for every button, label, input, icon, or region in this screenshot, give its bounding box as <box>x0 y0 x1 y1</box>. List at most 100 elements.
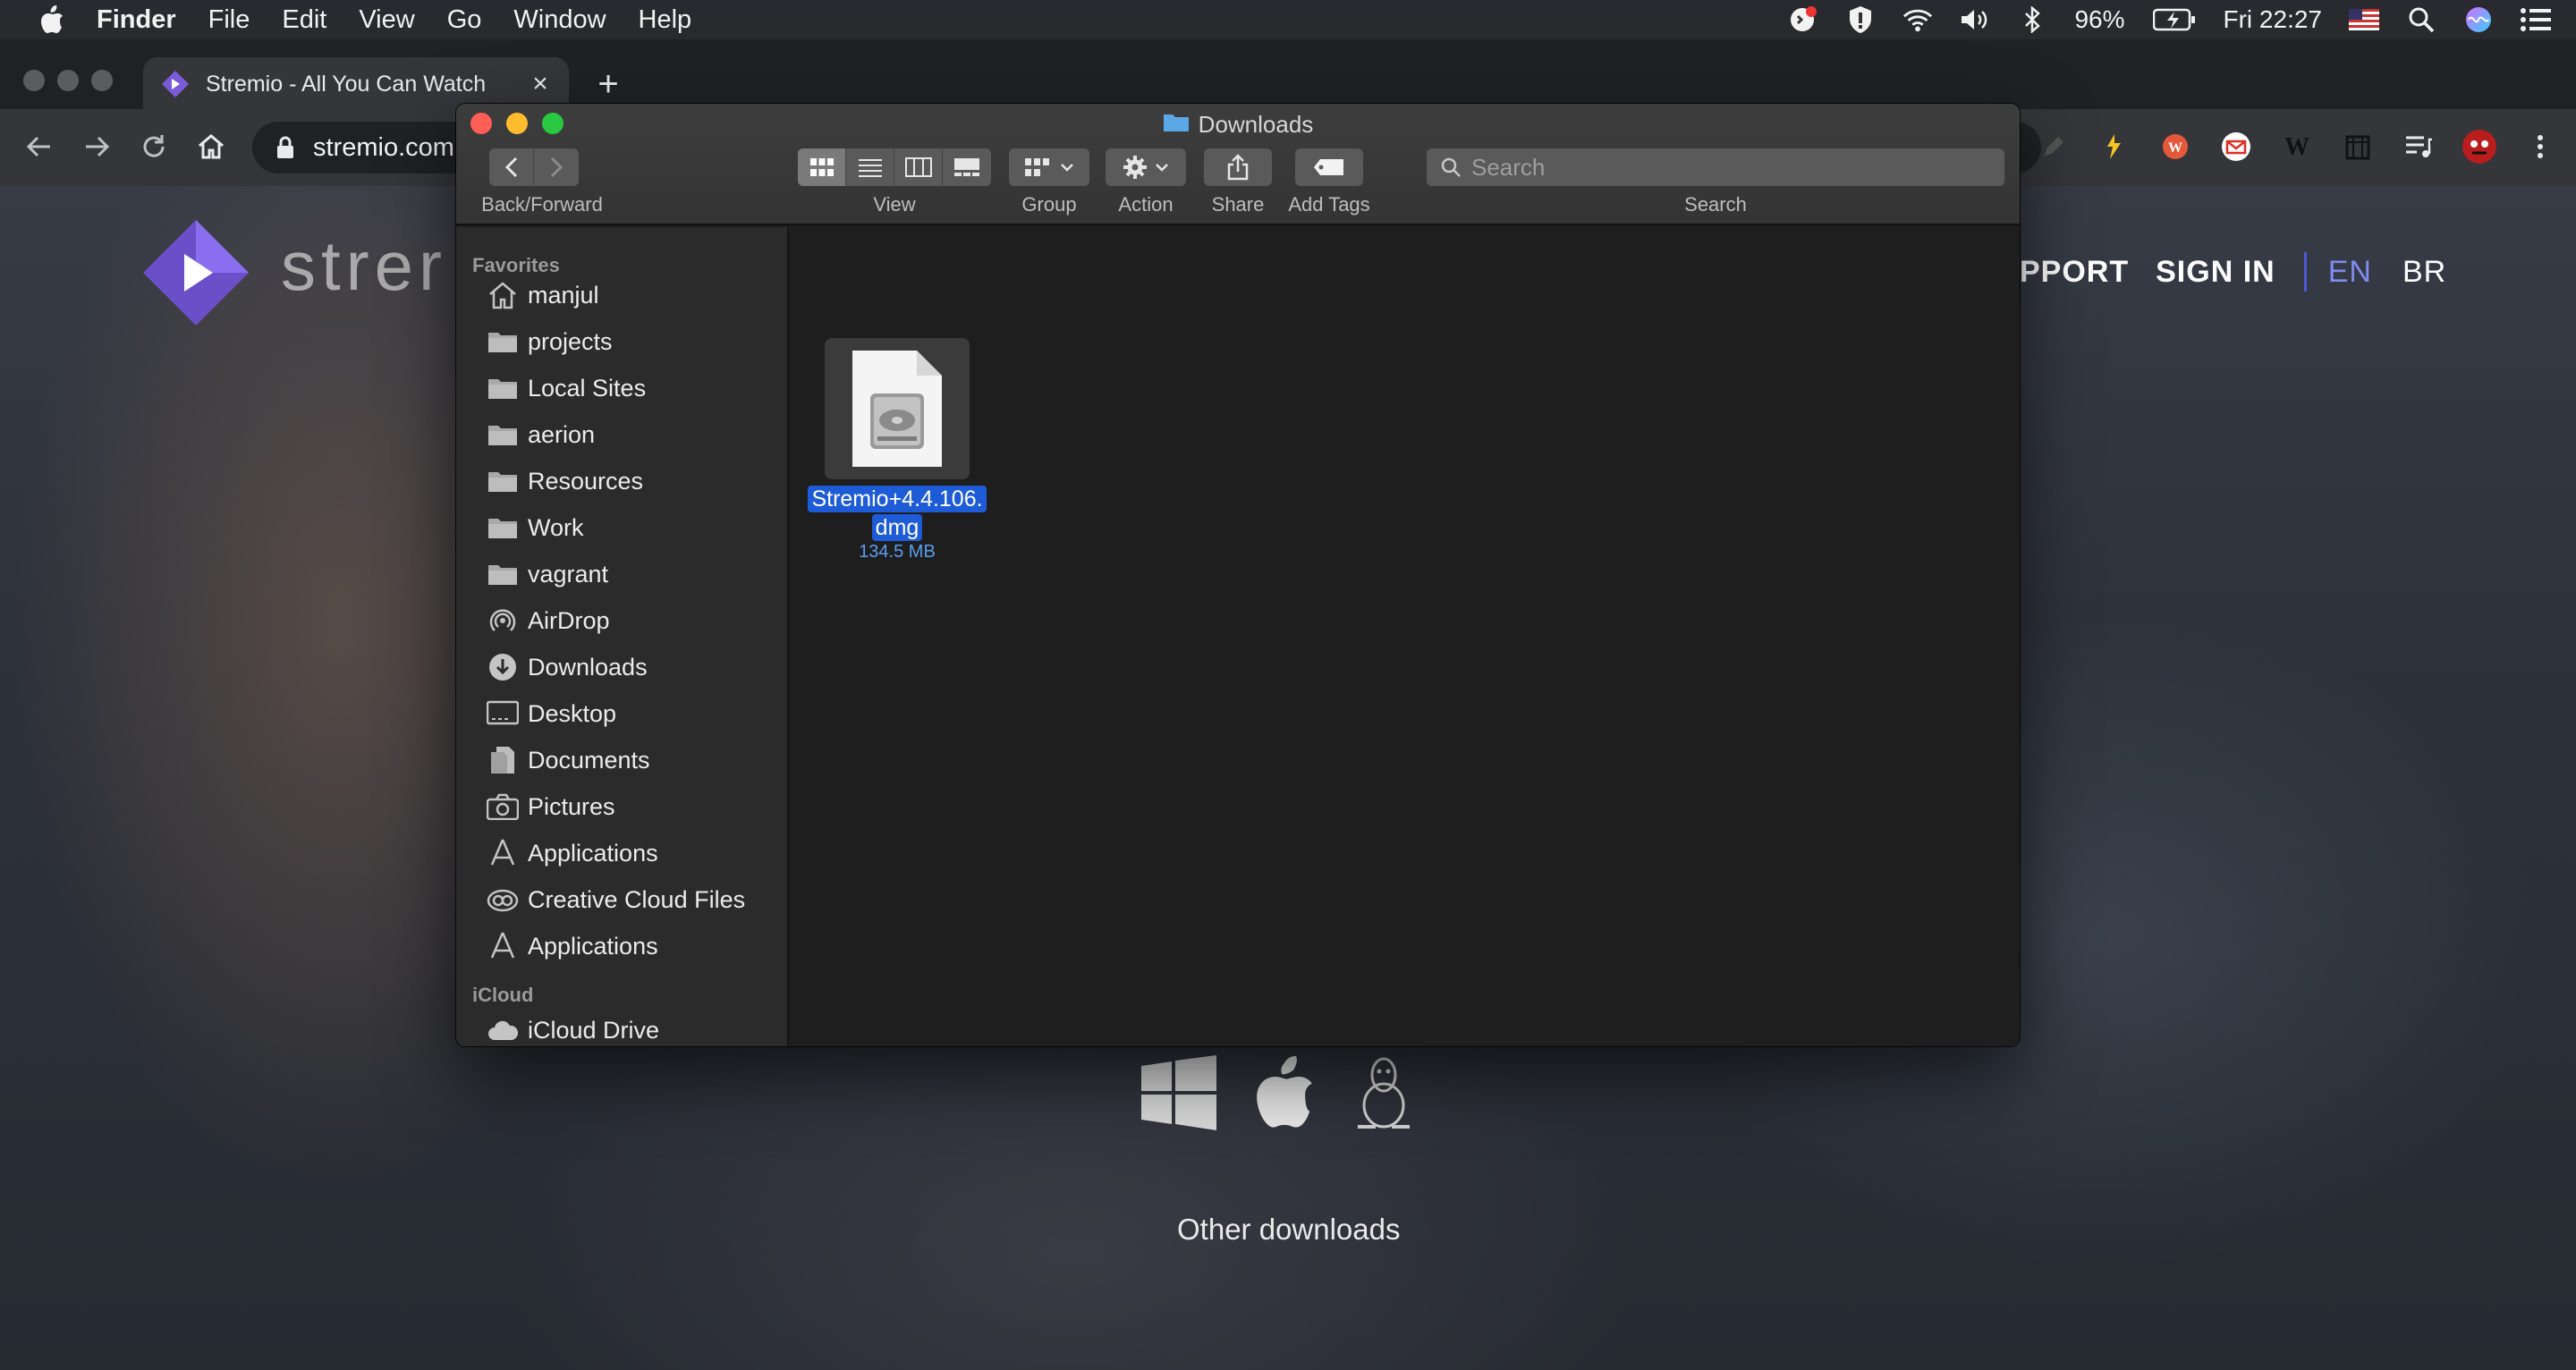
back-button[interactable] <box>489 148 534 186</box>
sidebar-item-creative-cloud-files[interactable]: Creative Cloud Files <box>456 876 787 923</box>
sidebar-item-documents[interactable]: Documents <box>456 737 787 783</box>
sidebar-item-projects[interactable]: projects <box>456 318 787 365</box>
browser-reload-icon[interactable] <box>134 127 174 166</box>
wordpress-extension-icon[interactable]: W <box>2157 129 2193 165</box>
us-flag-icon[interactable] <box>2349 4 2379 35</box>
chat-status-icon[interactable] <box>1788 4 1818 35</box>
creative-cloud-icon <box>487 884 519 916</box>
wifi-icon[interactable] <box>1902 4 1933 35</box>
sidebar-item-local-sites[interactable]: Local Sites <box>456 365 787 411</box>
menu-file[interactable]: File <box>208 5 250 35</box>
sidebar-item-downloads[interactable]: Downloads <box>456 644 787 690</box>
gmail-extension-icon[interactable] <box>2218 129 2254 165</box>
menu-window[interactable]: Window <box>513 5 606 35</box>
lang-en-link[interactable]: EN <box>2328 255 2372 290</box>
stremio-logo-icon[interactable] <box>141 218 250 327</box>
playlist-extension-icon[interactable] <box>2401 129 2436 165</box>
menu-app-name[interactable]: Finder <box>97 5 176 35</box>
wikipedia-extension-icon[interactable]: W <box>2279 129 2315 165</box>
volume-icon[interactable] <box>1960 4 1990 35</box>
stremio-favicon-icon <box>161 70 190 98</box>
chrome-menu-icon[interactable] <box>2522 129 2558 165</box>
menu-go[interactable]: Go <box>447 5 482 35</box>
action-button[interactable] <box>1106 148 1186 186</box>
menu-help[interactable]: Help <box>639 5 692 35</box>
sidebar-item-work[interactable]: Work <box>456 504 787 551</box>
browser-back-icon[interactable] <box>20 127 59 166</box>
sidebar-item-icloud-drive[interactable]: iCloud Drive <box>456 1007 787 1046</box>
browser-minimize-button[interactable] <box>57 70 79 91</box>
lang-br-link[interactable]: BR <box>2402 255 2446 290</box>
desktop-icon <box>487 698 519 730</box>
file-item-stremio-dmg[interactable] <box>825 338 970 479</box>
folder-icon <box>487 419 519 451</box>
column-view-button[interactable] <box>894 148 943 186</box>
window-title-text: Downloads <box>1198 111 1314 138</box>
profile-avatar-icon[interactable] <box>2462 129 2497 165</box>
sidebar-item-desktop[interactable]: Desktop <box>456 690 787 737</box>
applications-icon <box>487 837 519 869</box>
share-button[interactable] <box>1204 148 1272 186</box>
battery-icon[interactable] <box>2152 4 2197 35</box>
airdrop-icon <box>487 605 519 637</box>
group-by-button[interactable] <box>1009 148 1089 186</box>
search-icon <box>1437 156 1464 178</box>
site-nav: PPORT SIGN IN EN BR <box>2020 252 2477 292</box>
view-group <box>798 148 991 186</box>
browser-forward-icon[interactable] <box>77 127 116 166</box>
folder-icon <box>487 326 519 358</box>
browser-zoom-button[interactable] <box>91 70 113 91</box>
apple-menu-icon[interactable] <box>34 4 70 35</box>
back-forward-label: Back/Forward <box>481 193 603 216</box>
menu-clock[interactable]: Fri 22:27 <box>2224 5 2323 34</box>
home-icon <box>487 279 519 311</box>
search-label: Search <box>1684 193 1747 216</box>
downloads-icon <box>487 651 519 683</box>
icloud-icon <box>487 1014 519 1046</box>
sidebar-item-resources[interactable]: Resources <box>456 458 787 504</box>
pencil-extension-icon[interactable] <box>2036 129 2072 165</box>
sidebar-item-airdrop[interactable]: AirDrop <box>456 597 787 644</box>
file-size: 134.5 MB <box>859 542 936 562</box>
other-downloads-link[interactable]: Other downloads <box>1177 1213 1400 1247</box>
bluetooth-icon[interactable] <box>2017 4 2047 35</box>
shield-icon[interactable] <box>1845 4 1876 35</box>
search-input[interactable] <box>1471 153 1972 182</box>
notification-center-icon[interactable] <box>2521 4 2551 35</box>
address-url: stremio.com <box>313 132 454 162</box>
menu-view[interactable]: View <box>359 5 414 35</box>
file-name[interactable]: Stremio+4.4.106. dmg <box>803 485 991 542</box>
calendar-extension-icon[interactable] <box>2340 129 2376 165</box>
sidebar-item-manjul[interactable]: manjul <box>456 272 787 318</box>
new-tab-plus-icon[interactable]: + <box>589 64 628 104</box>
nav-support-link[interactable]: PPORT <box>2020 255 2129 290</box>
folder-icon <box>487 372 519 404</box>
browser-tab[interactable]: Stremio - All You Can Watch × <box>143 57 569 111</box>
linux-icon[interactable] <box>1352 1055 1415 1135</box>
sidebar-item-applications[interactable]: Applications <box>456 830 787 876</box>
sidebar-item-applications-2[interactable]: Applications <box>456 923 787 969</box>
sidebar-item-pictures[interactable]: Pictures <box>456 783 787 830</box>
finder-search-field[interactable] <box>1427 148 2004 186</box>
sidebar-item-vagrant[interactable]: vagrant <box>456 551 787 597</box>
siri-icon[interactable] <box>2463 4 2494 35</box>
browser-home-icon[interactable] <box>191 127 231 166</box>
list-view-button[interactable] <box>846 148 894 186</box>
gallery-view-button[interactable] <box>943 148 991 186</box>
tab-close-icon[interactable]: × <box>524 68 556 100</box>
add-tags-button[interactable] <box>1295 148 1363 186</box>
lightbulb-extension-icon[interactable] <box>2097 129 2132 165</box>
icon-view-button[interactable] <box>798 148 846 186</box>
browser-close-button[interactable] <box>23 70 45 91</box>
action-label: Action <box>1118 193 1174 216</box>
nav-separator <box>2303 252 2307 292</box>
nav-sign-in-link[interactable]: SIGN IN <box>2156 255 2275 290</box>
apple-download-icon[interactable] <box>1252 1055 1317 1135</box>
finder-sidebar: Favorites manjul projects Local Sites ae… <box>456 227 789 1046</box>
folder-icon <box>487 465 519 497</box>
menu-edit[interactable]: Edit <box>282 5 326 35</box>
windows-icon[interactable] <box>1141 1055 1216 1135</box>
forward-button[interactable] <box>534 148 579 186</box>
sidebar-item-aerion[interactable]: aerion <box>456 411 787 458</box>
spotlight-search-icon[interactable] <box>2406 4 2436 35</box>
